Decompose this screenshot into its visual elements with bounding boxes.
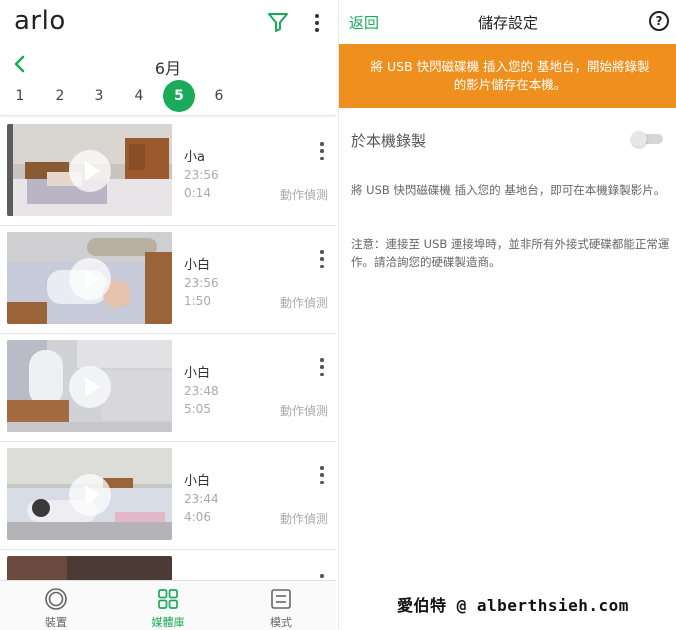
- camera-name: 小a: [184, 150, 205, 165]
- recording-duration: 5:05: [184, 402, 211, 416]
- video-thumbnail[interactable]: [7, 232, 172, 324]
- video-thumbnail[interactable]: [7, 124, 172, 216]
- nav-devices[interactable]: 裝置: [16, 587, 96, 629]
- recording-row[interactable]: 小白 23:44 4:06 動作偵測: [0, 442, 336, 550]
- nav-label: 媒體庫: [151, 616, 185, 629]
- more-vertical-icon[interactable]: [318, 142, 326, 160]
- nav-mode[interactable]: 模式: [241, 587, 321, 629]
- video-thumbnail[interactable]: [7, 448, 172, 540]
- library-screen: arlo 6月 1 2 3 4 5 6 小a 23:56 0:14 動作偵測 小…: [0, 0, 336, 630]
- video-thumbnail[interactable]: [7, 556, 172, 580]
- recording-time: 23:48: [184, 384, 219, 398]
- camera-name: 小白: [184, 366, 211, 381]
- trigger-type: 動作偵測: [279, 188, 328, 202]
- page-title: 儲存設定: [477, 14, 538, 32]
- more-vertical-icon[interactable]: [309, 12, 325, 34]
- month-selector: 6月 1 2 3 4 5 6: [0, 46, 336, 116]
- bottom-navigation: 裝置 媒體庫 模式: [0, 580, 336, 630]
- recording-row[interactable]: 小白: [0, 550, 336, 580]
- camera-name: 小白: [184, 474, 211, 489]
- watermark-text: 愛伯特 @ alberthsieh.com: [397, 596, 629, 615]
- more-vertical-icon[interactable]: [318, 250, 326, 268]
- top-app-bar: 返回 儲存設定 ?: [339, 0, 676, 44]
- play-icon[interactable]: [69, 474, 111, 516]
- day-3[interactable]: 3: [83, 80, 115, 112]
- mode-icon: [271, 589, 291, 609]
- play-icon[interactable]: [69, 366, 111, 408]
- more-vertical-icon[interactable]: [318, 466, 326, 484]
- compatibility-note: 注意：連接至 USB 連接埠時，並非所有外接式硬碟都能正常運作。請洽詢您的硬碟製…: [351, 237, 670, 269]
- filter-icon[interactable]: [266, 10, 290, 34]
- nav-label: 模式: [270, 616, 292, 629]
- recording-list: 小a 23:56 0:14 動作偵測 小白 23:56 1:50 動作偵測 小白…: [0, 118, 336, 580]
- recording-duration: 4:06: [184, 510, 211, 524]
- recording-time: 23:44: [184, 492, 219, 506]
- local-recording-label: 於本機錄製: [351, 132, 427, 150]
- trigger-type: 動作偵測: [279, 404, 328, 418]
- day-1[interactable]: 1: [4, 80, 36, 112]
- storage-settings-screen: 返回 儲存設定 ? 將 USB 快閃磁碟機 插入您的 基地台，開始將錄製的影片儲…: [338, 0, 676, 630]
- play-icon[interactable]: [69, 150, 111, 192]
- recording-duration: 0:14: [184, 186, 211, 200]
- recording-time: 23:56: [184, 276, 219, 290]
- recording-time: 23:56: [184, 168, 219, 182]
- trigger-type: 動作偵測: [279, 512, 328, 526]
- usb-warning-banner: 將 USB 快閃磁碟機 插入您的 基地台，開始將錄製的影片儲存在本機。: [339, 44, 676, 108]
- recording-row[interactable]: 小a 23:56 0:14 動作偵測: [0, 118, 336, 226]
- help-icon[interactable]: ?: [649, 11, 669, 31]
- screenshot-root: arlo 6月 1 2 3 4 5 6 小a 23:56 0:14 動作偵測 小…: [0, 0, 676, 630]
- local-recording-description: 將 USB 快閃磁碟機 插入您的 基地台，即可在本機錄製影片。: [351, 183, 666, 197]
- day-selector: 1 2 3 4 5 6: [0, 80, 336, 112]
- trigger-type: 動作偵測: [279, 296, 328, 310]
- devices-icon: [45, 588, 67, 610]
- arlo-logo: arlo: [14, 6, 66, 36]
- day-2[interactable]: 2: [44, 80, 76, 112]
- month-label: 6月: [154, 59, 182, 78]
- recording-row[interactable]: 小白 23:56 1:50 動作偵測: [0, 226, 336, 334]
- day-4[interactable]: 4: [123, 80, 155, 112]
- camera-name: 小白: [184, 258, 211, 273]
- more-vertical-icon[interactable]: [318, 358, 326, 376]
- nav-library[interactable]: 媒體庫: [128, 587, 208, 629]
- top-app-bar: arlo: [0, 0, 336, 46]
- local-recording-toggle[interactable]: [631, 131, 663, 147]
- video-thumbnail[interactable]: [7, 340, 172, 432]
- day-5-selected[interactable]: 5: [163, 80, 195, 112]
- recording-duration: 1:50: [184, 294, 211, 308]
- library-grid-icon: [158, 589, 178, 609]
- nav-label: 裝置: [45, 616, 67, 629]
- recording-row[interactable]: 小白 23:48 5:05 動作偵測: [0, 334, 336, 442]
- play-icon[interactable]: [69, 258, 111, 300]
- day-6[interactable]: 6: [203, 80, 235, 112]
